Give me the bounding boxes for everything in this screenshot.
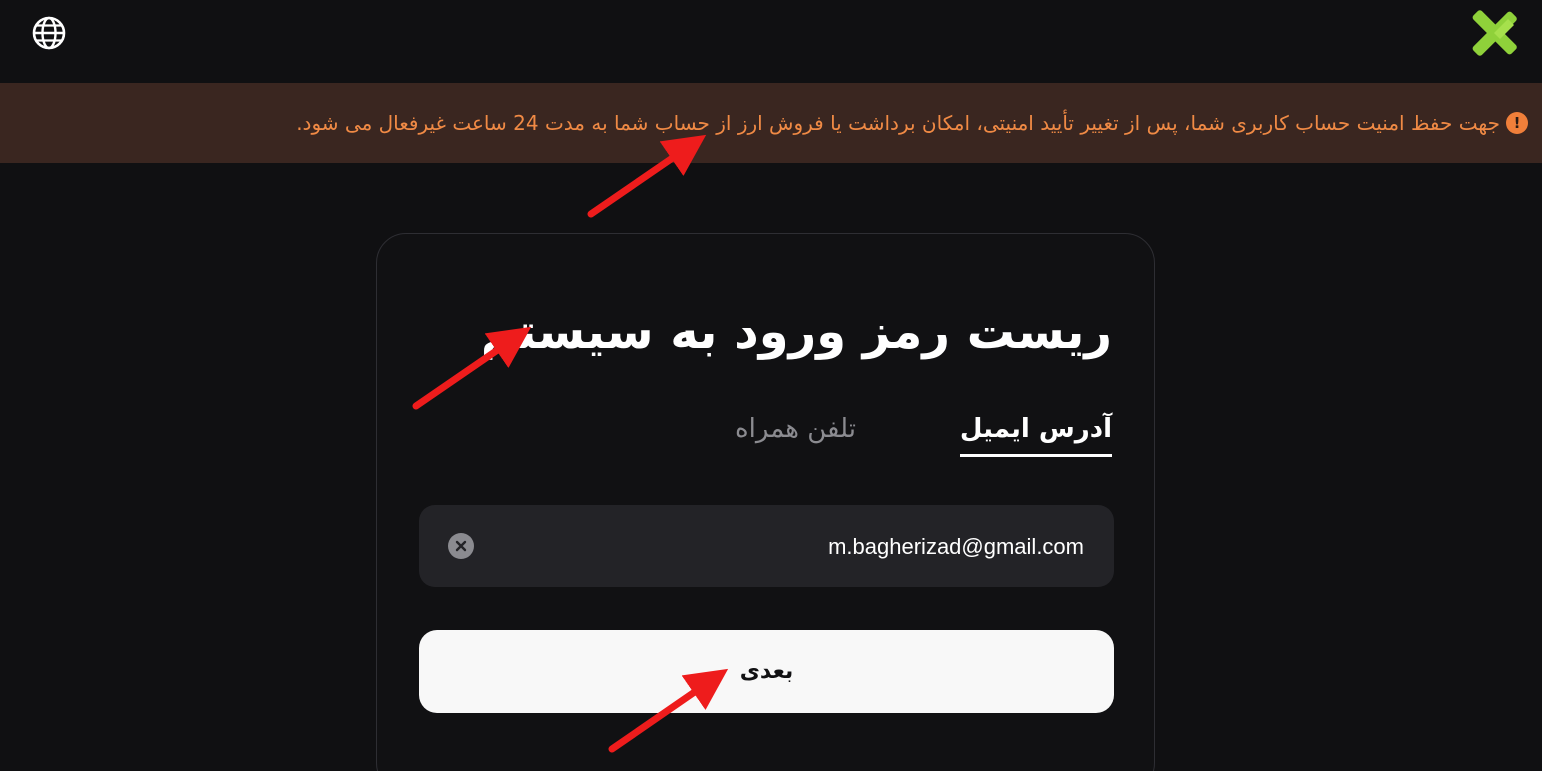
tab-email[interactable]: آدرس ایمیل [959,414,1112,457]
page-title: ریست رمز ورود به سیستم [480,304,1112,360]
reset-password-card: ریست رمز ورود به سیستم آدرس ایمیل تلفن ه… [376,233,1155,771]
warning-icon: ! [1506,112,1528,134]
clear-icon [455,540,467,552]
globe-icon [32,16,66,50]
page: ! جهت حفظ امنیت حساب کاربری شما، پس از ت… [0,0,1542,771]
next-button[interactable]: بعدی [419,630,1114,713]
banner-text: جهت حفظ امنیت حساب کاربری شما، پس از تغی… [296,111,1500,135]
top-bar [0,0,1542,82]
x-logo-icon[interactable] [1470,10,1518,56]
clear-input-button[interactable] [448,533,474,559]
security-warning-banner: ! جهت حفظ امنیت حساب کاربری شما، پس از ت… [0,83,1542,163]
language-button[interactable] [30,14,68,52]
tab-phone[interactable]: تلفن همراه [735,414,856,454]
email-field[interactable] [482,505,1086,589]
email-field-container [419,505,1114,589]
banner-content: ! جهت حفظ امنیت حساب کاربری شما، پس از ت… [296,111,1528,135]
